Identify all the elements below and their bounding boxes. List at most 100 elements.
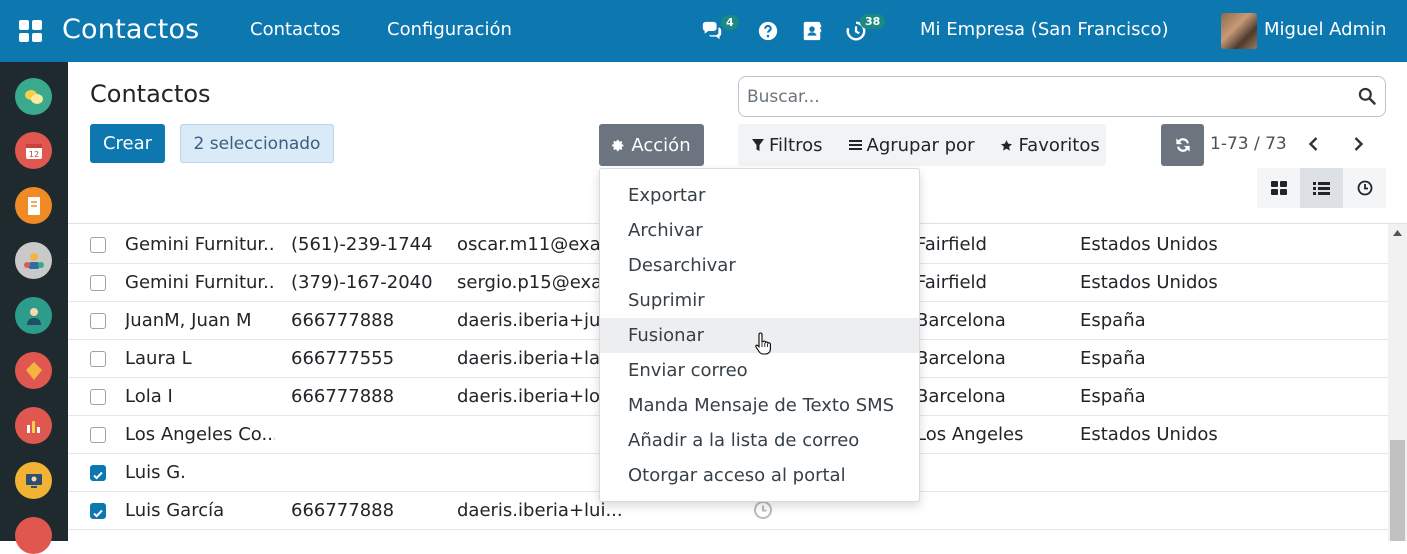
row-checkbox[interactable]	[90, 389, 106, 405]
row-checkbox-checked[interactable]	[90, 503, 106, 519]
selection-counter[interactable]: 2 seleccionado	[180, 124, 334, 163]
cell-phone: 666777888	[291, 386, 395, 407]
menu-item-archive[interactable]: Archivar	[600, 213, 919, 248]
cell-name: Gemini Furnitur...	[125, 272, 275, 293]
row-checkbox[interactable]	[90, 427, 106, 443]
search-icon[interactable]	[1357, 86, 1377, 106]
cell-email: sergio.p15@exa...	[457, 272, 620, 293]
cell-name: JuanM, Juan M	[125, 310, 252, 331]
row-checkbox[interactable]	[90, 275, 106, 291]
cell-email: daeris.iberia+ju...	[457, 310, 618, 331]
crm-app-icon[interactable]	[15, 242, 52, 279]
sales-app-icon[interactable]	[15, 352, 52, 389]
cell-name: Luis G.	[125, 462, 186, 483]
activity-view-button[interactable]	[1343, 168, 1386, 208]
notes-app-icon[interactable]	[15, 187, 52, 224]
menu-item-add-mailing-list[interactable]: Añadir a la lista de correo	[600, 423, 919, 458]
bars-icon	[848, 140, 862, 150]
page-title: Contactos	[90, 80, 211, 108]
discuss-app-icon[interactable]	[15, 78, 52, 115]
user-menu[interactable]: Miguel Admin	[1264, 19, 1387, 40]
cell-city: Fairfield	[916, 272, 987, 293]
cell-phone: 666777555	[291, 348, 395, 369]
kanban-view-button[interactable]	[1257, 168, 1300, 208]
contacts-book-icon[interactable]	[801, 20, 823, 42]
scroll-up-arrow-icon[interactable]	[1393, 230, 1402, 236]
activity-clock-icon[interactable]	[753, 500, 773, 520]
cell-name: Lola I	[125, 386, 173, 407]
menu-item-grant-portal[interactable]: Otorgar acceso al portal	[600, 458, 919, 493]
help-icon[interactable]	[757, 20, 779, 42]
app-brand[interactable]: Contactos	[62, 14, 199, 45]
menu-item-send-sms[interactable]: Manda Mensaje de Texto SMS	[600, 388, 919, 423]
refresh-icon	[1175, 138, 1190, 152]
chevron-left-icon[interactable]	[1305, 135, 1323, 153]
cell-phone: 666777888	[291, 500, 395, 521]
cell-email: daeris.iberia+la...	[457, 348, 618, 369]
filters-toggle[interactable]: Filtros	[752, 135, 823, 156]
row-checkbox[interactable]	[90, 237, 106, 253]
cell-city: Fairfield	[916, 234, 987, 255]
menu-contactos[interactable]: Contactos	[250, 19, 340, 40]
hand-cursor-icon	[755, 332, 771, 355]
cell-country: Estados Unidos	[1080, 234, 1218, 255]
cell-country: España	[1080, 310, 1146, 331]
chevron-right-icon[interactable]	[1349, 135, 1367, 153]
row-checkbox[interactable]	[90, 313, 106, 329]
cell-city: Barcelona	[916, 310, 1006, 331]
cell-city: Barcelona	[916, 386, 1006, 407]
list-scrollbar[interactable]	[1388, 224, 1407, 541]
pager-value[interactable]: 1-73 / 73	[1210, 134, 1287, 154]
app-sidebar: 12	[0, 62, 68, 554]
favorites-toggle[interactable]: Favoritos	[1000, 134, 1100, 156]
top-navbar: Contactos Contactos Configuración 4 38 M…	[0, 0, 1407, 62]
filters-label: Filtros	[769, 134, 823, 156]
menu-item-export[interactable]: Exportar	[600, 178, 919, 213]
cell-email: daeris.iberia+lui...	[457, 500, 623, 521]
calendar-app-icon[interactable]: 12	[15, 132, 52, 169]
cell-email: daeris.iberia+lol...	[457, 386, 623, 407]
action-label: Acción	[631, 134, 691, 156]
cell-email: oscar.m11@exa...	[457, 234, 618, 255]
star-icon	[1001, 139, 1013, 151]
checkmark-icon	[93, 471, 103, 480]
groupby-label: Agrupar por	[866, 134, 975, 156]
company-switcher[interactable]: Mi Empresa (San Francisco)	[920, 19, 1169, 40]
cell-country: España	[1080, 386, 1146, 407]
grid-icon	[1270, 181, 1287, 195]
more-app-icon[interactable]	[15, 517, 52, 554]
apps-menu-icon[interactable]	[19, 20, 43, 42]
action-button[interactable]: Acción	[599, 124, 704, 166]
search-box[interactable]: Buscar...	[738, 76, 1386, 117]
elearning-app-icon[interactable]	[15, 462, 52, 499]
cell-city: Los Angeles	[916, 424, 1024, 445]
employees-app-icon[interactable]	[15, 297, 52, 334]
cell-phone: 666777888	[291, 310, 395, 331]
search-placeholder[interactable]: Buscar...	[747, 87, 820, 107]
groupby-toggle[interactable]: Agrupar por	[848, 134, 975, 156]
menu-item-unarchive[interactable]: Desarchivar	[600, 248, 919, 283]
activity-badge: 38	[860, 14, 886, 29]
row-checkbox[interactable]	[90, 351, 106, 367]
menu-item-send-email[interactable]: Enviar correo	[600, 353, 919, 388]
favorites-label: Favoritos	[1018, 134, 1100, 156]
user-avatar[interactable]	[1221, 13, 1257, 49]
cell-phone: (379)-167-2040	[291, 272, 433, 293]
reporting-app-icon[interactable]	[15, 407, 52, 444]
row-checkbox-checked[interactable]	[90, 465, 106, 481]
cell-country: Estados Unidos	[1080, 272, 1218, 293]
cell-name: Los Angeles Co...	[125, 424, 275, 445]
filter-icon	[752, 138, 764, 151]
menu-configuracion[interactable]: Configuración	[387, 19, 512, 40]
reload-button[interactable]	[1161, 124, 1204, 166]
checkmark-icon	[93, 509, 103, 518]
list-view-button[interactable]	[1300, 168, 1343, 208]
cell-name: Laura L	[125, 348, 192, 369]
cell-name: Gemini Furnitur...	[125, 234, 275, 255]
menu-item-delete[interactable]: Suprimir	[600, 283, 919, 318]
chat-badge: 4	[721, 15, 739, 30]
create-button[interactable]: Crear	[90, 124, 165, 163]
chat-icon[interactable]	[701, 20, 723, 42]
svg-text:12: 12	[28, 150, 38, 159]
scrollbar-thumb[interactable]	[1390, 440, 1405, 541]
